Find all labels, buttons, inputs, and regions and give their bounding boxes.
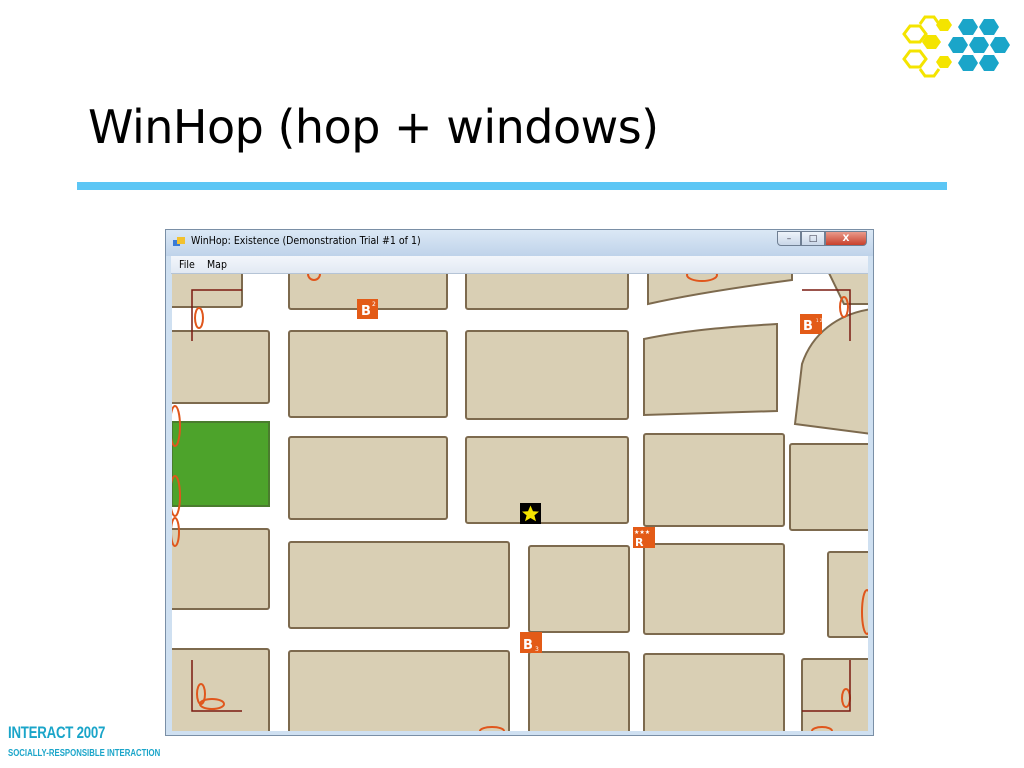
menu-map[interactable]: Map	[207, 259, 227, 271]
city-block	[465, 436, 629, 524]
bus-stop-label: B	[523, 638, 533, 653]
city-block	[801, 658, 868, 731]
minimize-button[interactable]: –	[777, 231, 801, 246]
footer-title: INTERACT 2007	[8, 723, 106, 742]
hexagon-logo-icon	[902, 15, 1010, 78]
restaurant-marker[interactable]: ★★★ R	[633, 527, 655, 549]
city-block	[528, 545, 630, 633]
window-title: WinHop: Existence (Demonstration Trial #…	[191, 235, 421, 247]
bus-stop-marker[interactable]: B 2	[357, 299, 378, 319]
city-block	[288, 436, 448, 520]
city-block	[647, 274, 793, 306]
city-block	[465, 330, 629, 420]
current-location-star-icon	[520, 503, 541, 524]
maximize-button[interactable]: □	[801, 231, 825, 246]
menu-file[interactable]: File	[179, 259, 195, 271]
city-block	[172, 330, 270, 404]
bus-stop-marker[interactable]: B 3	[520, 632, 542, 653]
bus-stop-suffix: 2	[372, 301, 376, 308]
city-block	[643, 543, 785, 635]
bus-stop-suffix: 1 2 3	[816, 318, 827, 323]
footer-brand: INTERACT 2007 SOCIALLY-RESPONSIBLE INTER…	[8, 724, 203, 760]
city-block	[528, 651, 630, 731]
footer-subtitle: SOCIALLY-RESPONSIBLE INTERACTION	[8, 748, 161, 759]
city-block	[643, 433, 785, 527]
city-block	[288, 541, 510, 629]
bus-stop-label: B	[361, 304, 371, 319]
city-block	[465, 274, 629, 310]
window-titlebar[interactable]: WinHop: Existence (Demonstration Trial #…	[166, 230, 873, 256]
bus-stop-suffix: 3	[535, 646, 539, 653]
city-block	[172, 528, 270, 610]
city-block	[643, 322, 778, 417]
winhop-window: WinHop: Existence (Demonstration Trial #…	[165, 229, 874, 736]
title-divider	[77, 182, 947, 190]
city-block	[288, 330, 448, 418]
map-canvas[interactable]: B 2 B 1 2 3 ★★★ R B 3	[172, 274, 868, 731]
app-icon	[173, 237, 185, 246]
restaurant-label: R	[635, 536, 644, 549]
map-halo	[194, 307, 204, 329]
city-block	[643, 653, 785, 731]
slide-title: WinHop (hop + windows)	[88, 100, 659, 154]
menu-bar: File Map	[171, 256, 868, 274]
city-block	[288, 650, 510, 731]
city-map[interactable]: B 2 B 1 2 3 ★★★ R B 3	[172, 274, 868, 731]
close-icon: X	[842, 233, 850, 244]
maximize-icon: □	[808, 233, 818, 244]
minimize-icon: –	[786, 233, 792, 244]
city-block	[789, 443, 868, 531]
park	[172, 421, 270, 507]
bus-stop-label: B	[803, 319, 813, 334]
city-block	[172, 648, 270, 731]
restaurant-rating: ★★★	[634, 529, 650, 536]
close-button[interactable]: X	[825, 231, 867, 246]
